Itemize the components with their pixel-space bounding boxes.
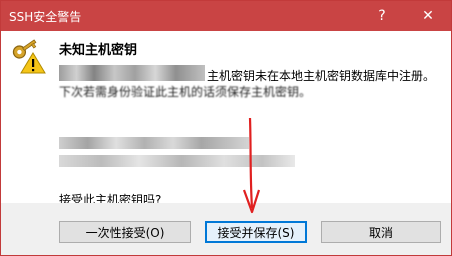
redacted-host-name	[59, 65, 205, 81]
dialog-heading: 未知主机密钥	[59, 43, 138, 58]
message-line-2: 下次若需身份验证此主机的话须保存主机密钥。	[59, 85, 312, 99]
redacted-key-fingerprint-line-1	[59, 137, 249, 149]
help-button[interactable]: ?	[359, 1, 405, 31]
window-title: SSH安全警告	[9, 10, 82, 24]
message-line-1: 主机密钥未在本地主机密钥数据库中注册。	[207, 69, 436, 83]
close-button[interactable]: ✕	[405, 1, 451, 31]
warning-key-icon	[12, 39, 46, 74]
accept-once-button[interactable]: 一次性接受(O)	[59, 221, 191, 243]
accept-and-save-button[interactable]: 接受并保存(S)	[205, 221, 307, 243]
title-bar[interactable]: SSH安全警告 ? ✕	[1, 1, 451, 31]
annotation-arrow-icon	[242, 117, 261, 214]
ssh-security-warning-dialog: SSH安全警告 ? ✕ 未知主机密钥 主机密钥未在本地主机密钥数据库中注册。 下…	[0, 0, 452, 256]
dialog-body: 未知主机密钥 主机密钥未在本地主机密钥数据库中注册。 下次若需身份验证此主机的话…	[1, 31, 451, 207]
close-icon: ✕	[422, 8, 434, 24]
help-icon: ?	[378, 8, 386, 24]
cancel-button[interactable]: 取消	[321, 221, 441, 243]
button-bar: 一次性接受(O) 接受并保存(S) 取消	[1, 203, 451, 255]
